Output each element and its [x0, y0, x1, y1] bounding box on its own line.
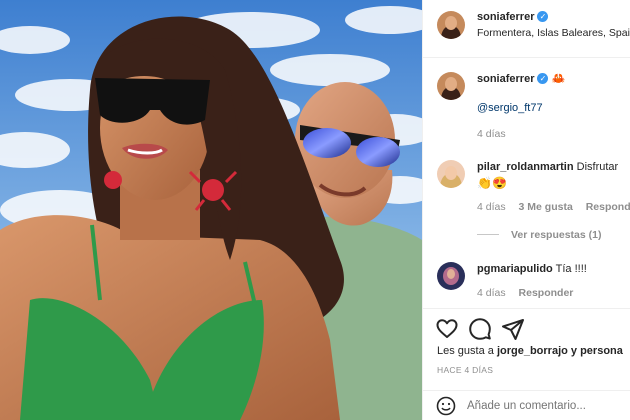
comment-avatar[interactable] [437, 262, 465, 290]
caption-time[interactable]: 4 días [477, 128, 506, 140]
post-location[interactable]: Formentera, Islas Baleares, Spain [477, 27, 630, 39]
comment-input[interactable] [467, 397, 627, 415]
likes-suffix[interactable]: y persona [571, 345, 623, 357]
reply-button[interactable]: Responder [586, 201, 630, 213]
comment-likes[interactable]: 3 Me gusta [519, 201, 573, 213]
comment-emoji: 👏😍 [477, 176, 507, 190]
post-time[interactable]: HACE 4 DÍAS [437, 365, 493, 375]
post-sidebar: soniaferrer ✓ Formentera, Islas Baleares,… [422, 0, 630, 420]
comment-meta: 4 días Responder [477, 287, 573, 299]
comment-text: Tía !!!! [555, 263, 587, 275]
replies-divider [477, 234, 499, 235]
comment-username[interactable]: pgmariapulido [477, 263, 553, 275]
comment-icon[interactable] [468, 317, 492, 341]
crab-emoji: 🦀 [551, 73, 566, 85]
comment-time[interactable]: 4 días [477, 287, 506, 299]
comment-username[interactable]: pilar_roldanmartin [477, 161, 574, 173]
share-icon[interactable] [501, 317, 525, 341]
post-photo[interactable] [0, 0, 422, 420]
comment-time[interactable]: 4 días [477, 201, 506, 213]
likes-user[interactable]: jorge_borrajo [497, 345, 568, 357]
photo-image [0, 0, 422, 420]
emoji-icon[interactable] [436, 396, 456, 416]
reply-button[interactable]: Responder [519, 287, 574, 299]
likes-line: Les gusta a jorge_borrajo y persona [437, 345, 623, 357]
caption-mention[interactable]: @sergio_ft77 [477, 102, 543, 114]
caption-line: soniaferrer ✓ 🦀 [477, 72, 565, 85]
post-header: soniaferrer ✓ Formentera, Islas Baleares,… [423, 0, 630, 58]
comment-avatar[interactable] [437, 160, 465, 188]
instagram-post: soniaferrer ✓ Formentera, Islas Baleares,… [0, 0, 630, 420]
likes-prefix: Les gusta a [437, 345, 494, 357]
comment-text: Disfrutar [576, 161, 619, 173]
view-replies[interactable]: Ver respuestas (1) [477, 229, 601, 241]
caption-avatar[interactable] [437, 72, 465, 100]
comment-meta: 4 días 3 Me gusta Responder [477, 201, 630, 213]
comment-text-line: pgmariapulido Tía !!!! [477, 263, 587, 275]
verified-icon: ✓ [537, 73, 549, 84]
add-comment-bar [423, 390, 630, 420]
comment-text-line: pilar_roldanmartin Disfrutar [477, 161, 618, 173]
view-replies-label[interactable]: Ver respuestas (1) [511, 229, 601, 241]
owner-username[interactable]: soniaferrer [477, 11, 534, 23]
owner-avatar[interactable] [437, 11, 465, 39]
verified-icon: ✓ [537, 11, 549, 22]
heart-icon[interactable] [435, 317, 459, 341]
caption-username[interactable]: soniaferrer [477, 73, 534, 85]
